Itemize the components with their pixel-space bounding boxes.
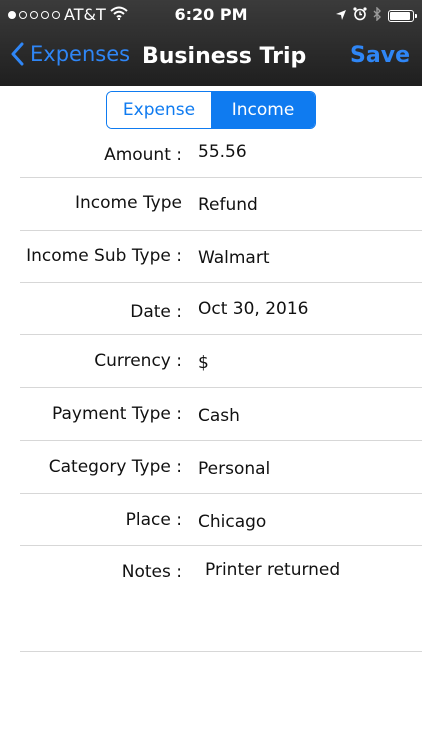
income-sub-type-value[interactable]: Walmart bbox=[198, 248, 270, 268]
notes-field[interactable]: Printer returned bbox=[205, 560, 340, 580]
payment-type-value[interactable]: Cash bbox=[198, 406, 240, 426]
category-type-value[interactable]: Personal bbox=[198, 459, 270, 479]
place-label: Place : bbox=[125, 510, 182, 530]
category-type-row[interactable]: Category Type : Personal bbox=[0, 441, 422, 493]
currency-value[interactable]: $ bbox=[198, 353, 209, 373]
payment-type-label: Payment Type : bbox=[51, 404, 182, 424]
back-button[interactable]: Expenses bbox=[10, 42, 130, 66]
income-type-label: Income Type bbox=[74, 193, 182, 213]
income-type-row[interactable]: Income Type Refund bbox=[0, 178, 422, 230]
battery-icon bbox=[388, 9, 417, 22]
currency-label: Currency : bbox=[94, 351, 182, 371]
chevron-left-icon bbox=[11, 42, 24, 66]
save-button[interactable]: Save bbox=[350, 43, 410, 68]
date-label: Date : bbox=[130, 302, 182, 322]
notes-row[interactable]: Notes : Printer returned bbox=[0, 546, 422, 650]
location-arrow-icon bbox=[335, 6, 347, 25]
segment-expense[interactable]: Expense bbox=[107, 92, 211, 128]
category-type-label: Category Type : bbox=[48, 457, 182, 477]
currency-row[interactable]: Currency : $ bbox=[0, 335, 422, 387]
alarm-clock-icon bbox=[353, 6, 367, 25]
screen: AT&T 6:20 PM Expenses Business Trip Save… bbox=[0, 0, 422, 750]
segment-income[interactable]: Income bbox=[211, 92, 315, 128]
amount-label: Amount : bbox=[104, 145, 182, 165]
income-type-value[interactable]: Refund bbox=[198, 195, 258, 215]
battery-fill bbox=[390, 11, 410, 20]
page-title: Business Trip bbox=[142, 44, 307, 69]
payment-type-row[interactable]: Payment Type : Cash bbox=[0, 388, 422, 440]
expense-income-segmented-control: Expense Income bbox=[106, 91, 316, 129]
date-row[interactable]: Date : Oct 30, 2016 bbox=[0, 283, 422, 335]
amount-field[interactable]: 55.56 bbox=[198, 142, 247, 162]
status-bar: AT&T 6:20 PM bbox=[0, 0, 422, 30]
bluetooth-icon bbox=[373, 6, 382, 25]
status-icons bbox=[335, 6, 417, 25]
back-button-label: Expenses bbox=[30, 42, 131, 66]
navigation-bar: Expenses Business Trip Save bbox=[0, 36, 422, 80]
top-bar: AT&T 6:20 PM Expenses Business Trip Save bbox=[0, 0, 422, 86]
amount-row[interactable]: Amount : 55.56 bbox=[0, 140, 422, 178]
income-sub-type-label: Income Sub Type : bbox=[26, 246, 182, 266]
date-value[interactable]: Oct 30, 2016 bbox=[198, 299, 309, 319]
divider bbox=[20, 651, 422, 652]
income-sub-type-row[interactable]: Income Sub Type : Walmart bbox=[0, 231, 422, 283]
notes-label: Notes : bbox=[121, 562, 182, 582]
place-row[interactable]: Place : Chicago bbox=[0, 494, 422, 546]
place-value[interactable]: Chicago bbox=[198, 512, 266, 532]
